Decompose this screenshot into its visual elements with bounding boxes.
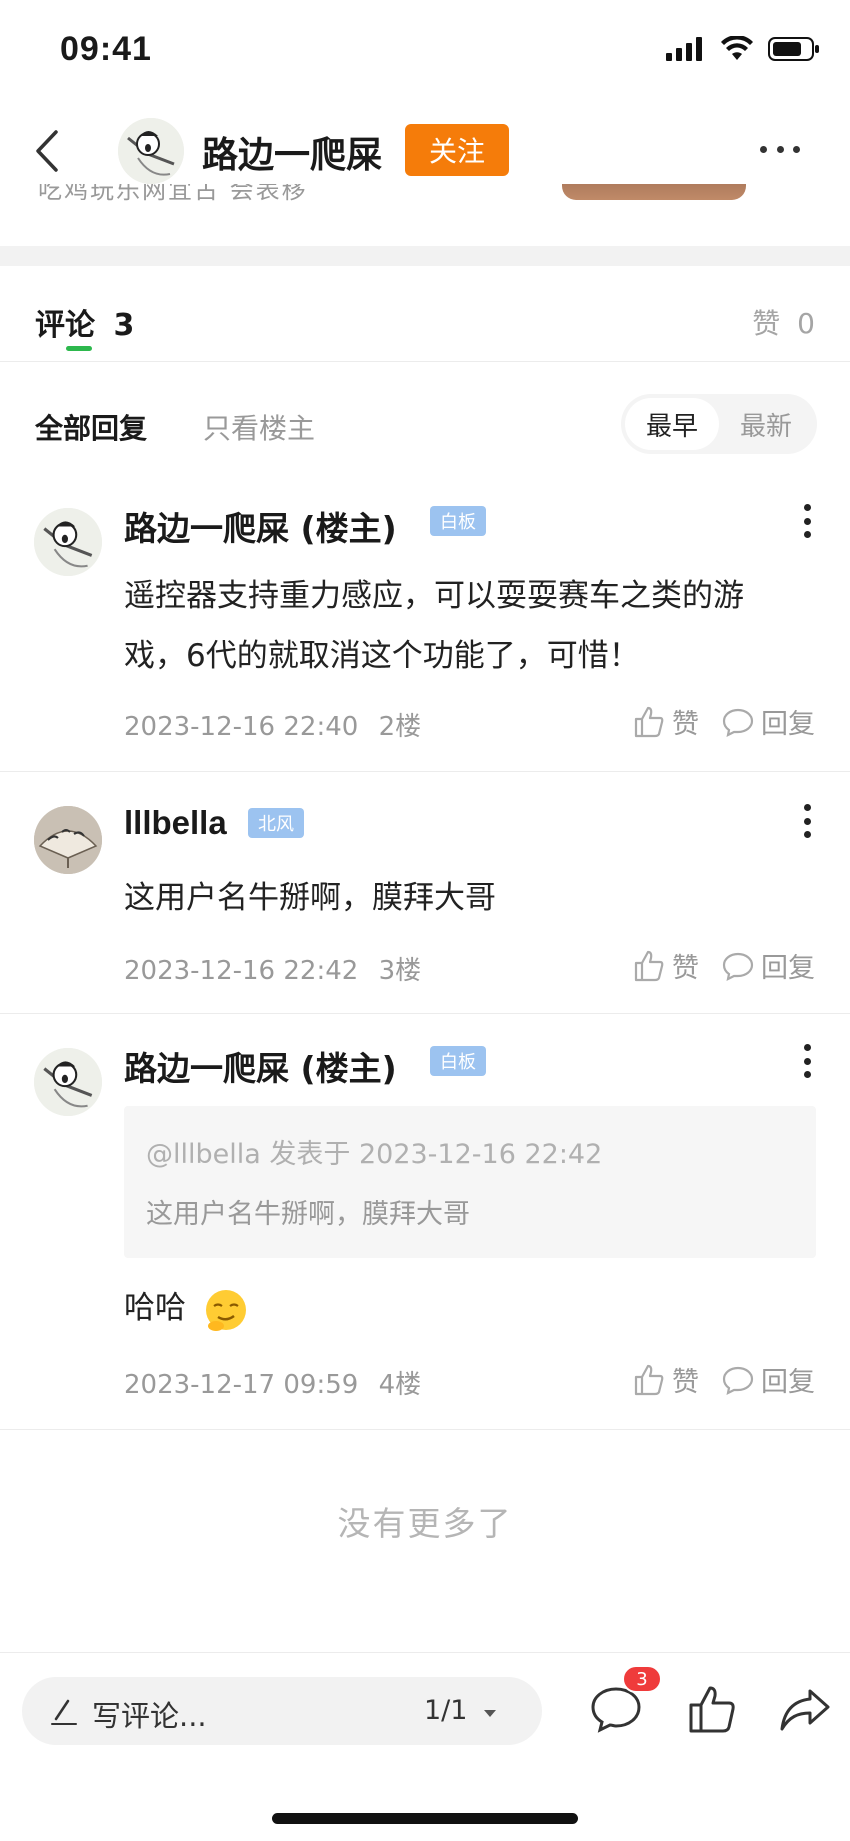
comment-item: lllbella 北风 这用户名牛掰啊，膜拜大哥 2023-12-16 22:4… xyxy=(0,772,850,1014)
reply-label: 回复 xyxy=(761,953,815,984)
quote-header: @lllbella 发表于 2023-12-16 22:42 xyxy=(146,1139,603,1170)
write-comment-placeholder: 写评论... xyxy=(92,1699,207,1733)
reply-bubble-icon xyxy=(722,952,754,981)
comment-text: 遥控器支持重力感应，可以耍耍赛车之类的游戏，6代的就取消这个功能了，可惜！ xyxy=(124,578,744,674)
thumbs-up-icon xyxy=(634,706,664,737)
comment-menu-icon[interactable] xyxy=(802,804,812,838)
comment-item: 路边一爬屎 (楼主) 白板 @lllbella 发表于 2023-12-16 2… xyxy=(0,1014,850,1430)
comment-text: 哈哈 xyxy=(124,1290,186,1326)
comment-menu-icon[interactable] xyxy=(802,504,812,538)
level-badge: 白板 xyxy=(430,506,486,536)
peek-text: 吃鸡玩乐网宜古 会表移 xyxy=(38,184,308,204)
reply-label: 回复 xyxy=(761,1367,815,1398)
follow-button[interactable]: 关注 xyxy=(405,124,509,176)
like-button[interactable]: 赞 xyxy=(632,702,699,741)
level-badge: 白板 xyxy=(430,1046,486,1076)
peek-image xyxy=(562,184,746,200)
write-comment-input[interactable]: 写评论... 1/1 xyxy=(22,1677,542,1745)
comment-meta: 2023-12-16 22:40 2楼 xyxy=(124,706,421,743)
wifi-icon xyxy=(721,36,753,60)
thumbs-up-icon[interactable] xyxy=(686,1683,738,1735)
signal-icon xyxy=(666,37,702,61)
battery-icon xyxy=(768,37,819,61)
status-time: 09:41 xyxy=(60,30,152,68)
like-button[interactable]: 赞 xyxy=(632,1360,699,1399)
share-icon[interactable] xyxy=(778,1685,832,1735)
likes-count: 0 xyxy=(797,307,815,340)
commenter-avatar[interactable] xyxy=(34,508,102,576)
bottom-bar: 写评论... 1/1 3 xyxy=(0,1652,850,1841)
sort-latest[interactable]: 最新 xyxy=(719,398,813,450)
no-more-text: 没有更多了 xyxy=(337,1504,513,1543)
filter-only-op[interactable]: 只看楼主 xyxy=(203,407,315,447)
comment-actions: 赞 回复 xyxy=(632,1360,815,1399)
comment-time: 2023-12-17 09:59 xyxy=(124,1370,359,1400)
commenter-name[interactable]: lllbella xyxy=(124,804,227,842)
comment-count-badge: 3 xyxy=(622,1665,662,1693)
comments-count: 3 xyxy=(113,308,135,343)
active-tab-indicator xyxy=(66,346,92,351)
reply-bubble-icon xyxy=(722,1366,754,1395)
page-indicator[interactable]: 1/1 xyxy=(424,1695,498,1726)
author-avatar[interactable] xyxy=(118,118,184,184)
comments-tab-label: 评论 xyxy=(35,308,95,343)
comment-actions: 赞 回复 xyxy=(632,946,815,985)
filter-row: 全部回复 只看楼主 最早 最新 xyxy=(0,362,850,482)
commenter-avatar[interactable] xyxy=(34,806,102,874)
commenter-name[interactable]: 路边一爬屎 (楼主) xyxy=(124,502,397,550)
like-label: 赞 xyxy=(672,953,699,984)
comment-item: 路边一爬屎 (楼主) 白板 遥控器支持重力感应，可以耍耍赛车之类的游戏，6代的就… xyxy=(0,482,850,772)
tab-likes[interactable]: 赞 0 xyxy=(752,302,815,342)
likes-tab-label: 赞 xyxy=(752,307,781,340)
section-divider xyxy=(0,246,850,266)
post-content-peek: 吃鸡玩乐网宜古 会表移 xyxy=(30,184,830,210)
reply-bubble-icon xyxy=(722,708,754,737)
status-bar: 09:41 xyxy=(0,0,850,100)
reply-label: 回复 xyxy=(761,709,815,740)
tab-comments[interactable]: 评论 3 xyxy=(35,300,134,344)
back-icon[interactable] xyxy=(28,126,68,176)
status-icons xyxy=(666,36,820,62)
comment-menu-icon[interactable] xyxy=(802,1044,812,1078)
quoted-reply[interactable]: @lllbella 发表于 2023-12-16 22:42 这用户名牛掰啊，膜… xyxy=(124,1106,816,1258)
home-indicator xyxy=(272,1813,578,1824)
quote-text: 这用户名牛掰啊，膜拜大哥 xyxy=(146,1199,470,1230)
level-badge: 北风 xyxy=(248,808,304,838)
reply-button[interactable]: 回复 xyxy=(721,702,815,741)
reply-button[interactable]: 回复 xyxy=(721,1360,815,1399)
filter-all-replies[interactable]: 全部回复 xyxy=(35,407,147,447)
comment-tabs: 评论 3 赞 0 xyxy=(0,266,850,362)
comment-text: 这用户名牛掰啊，膜拜大哥 xyxy=(124,880,496,916)
comment-actions: 赞 回复 xyxy=(632,702,815,741)
like-button[interactable]: 赞 xyxy=(632,946,699,985)
like-label: 赞 xyxy=(672,1367,699,1398)
like-label: 赞 xyxy=(672,709,699,740)
commenter-avatar[interactable] xyxy=(34,1048,102,1116)
comment-meta: 2023-12-16 22:42 3楼 xyxy=(124,950,421,987)
author-name[interactable]: 路边一爬屎 xyxy=(202,126,382,178)
thumbs-up-icon xyxy=(634,950,664,981)
sort-toggle: 最早 最新 xyxy=(621,394,817,454)
comment-time: 2023-12-16 22:40 xyxy=(124,712,359,742)
sort-earliest[interactable]: 最早 xyxy=(625,398,719,450)
reply-button[interactable]: 回复 xyxy=(721,946,815,985)
comment-floor: 3楼 xyxy=(378,956,422,986)
commenter-name[interactable]: 路边一爬屎 (楼主) xyxy=(124,1042,397,1090)
page-indicator-text: 1/1 xyxy=(423,1695,468,1726)
comment-floor: 4楼 xyxy=(378,1370,422,1400)
more-options-icon[interactable] xyxy=(760,146,800,156)
pen-icon xyxy=(51,1699,77,1725)
comment-time: 2023-12-16 22:42 xyxy=(124,956,359,986)
thumbs-up-icon xyxy=(634,1364,664,1395)
caret-down-icon xyxy=(484,1710,496,1717)
smirk-emoji-icon xyxy=(205,1289,246,1331)
comment-text-row: 哈哈 xyxy=(124,1278,804,1338)
comment-meta: 2023-12-17 09:59 4楼 xyxy=(124,1364,421,1401)
comment-floor: 2楼 xyxy=(378,712,422,742)
